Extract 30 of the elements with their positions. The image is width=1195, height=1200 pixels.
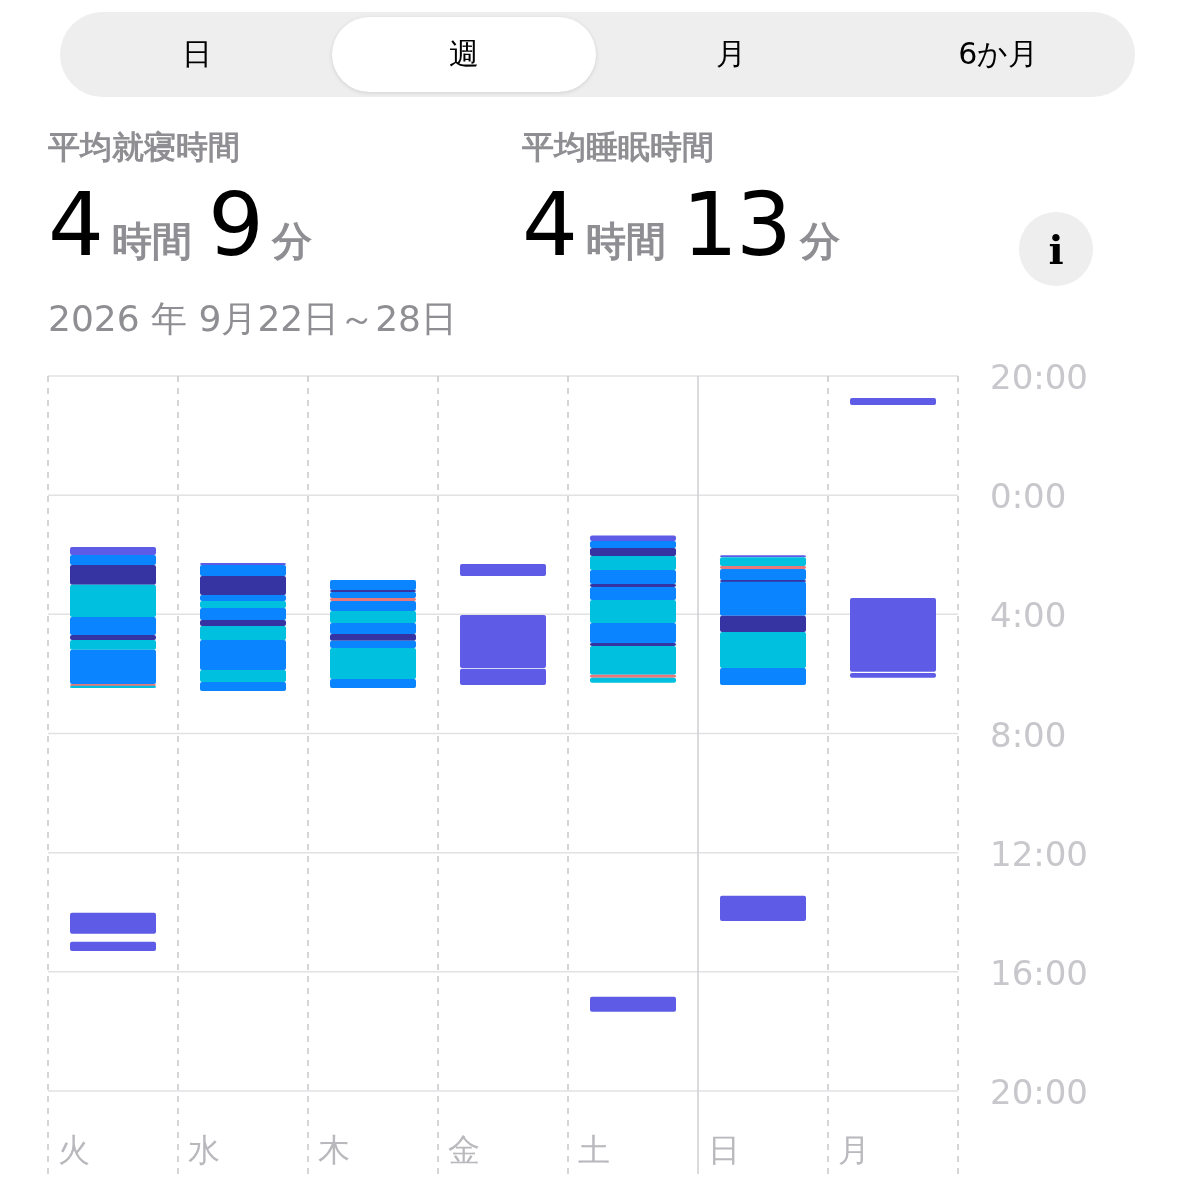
axis-label: 16:00	[990, 952, 1088, 993]
stat-value: 4	[522, 175, 576, 275]
stat-value: 9	[208, 175, 262, 275]
day-label: 火	[58, 1131, 90, 1169]
unit-label: 時間	[112, 217, 192, 266]
unit-label: 分	[800, 217, 840, 266]
stat-label: 平均睡眠時間	[522, 127, 714, 167]
day-label: 木	[318, 1131, 350, 1169]
axis-label: 20:00	[990, 357, 1088, 397]
day-label: 日	[708, 1131, 740, 1169]
axis-label: 20:00	[990, 1072, 1088, 1112]
day-label: 水	[188, 1131, 220, 1169]
day-label: 土	[578, 1131, 610, 1169]
axis-label: 0:00	[990, 476, 1067, 517]
day-label: 月	[838, 1131, 870, 1169]
date-range: 2026 年 9月22日～28日	[48, 297, 458, 341]
axis-label: 12:00	[990, 833, 1088, 874]
day-label: 金	[448, 1131, 480, 1169]
axis-label: 8:00	[990, 714, 1067, 755]
unit-label: 時間	[586, 217, 666, 266]
stat-value: 13	[682, 175, 790, 275]
segment-tab[interactable]: 6か月	[866, 17, 1130, 92]
stat-value: 4	[48, 175, 102, 275]
segment-tab[interactable]: 日	[65, 17, 329, 92]
segment-tab[interactable]: 週	[332, 17, 596, 92]
axis-label: 4:00	[990, 595, 1067, 636]
unit-label: 分	[272, 217, 312, 266]
segment-tab[interactable]: 月	[599, 17, 863, 92]
info-button[interactable]: i	[1019, 212, 1093, 286]
stat-label: 平均就寝時間	[48, 127, 240, 167]
